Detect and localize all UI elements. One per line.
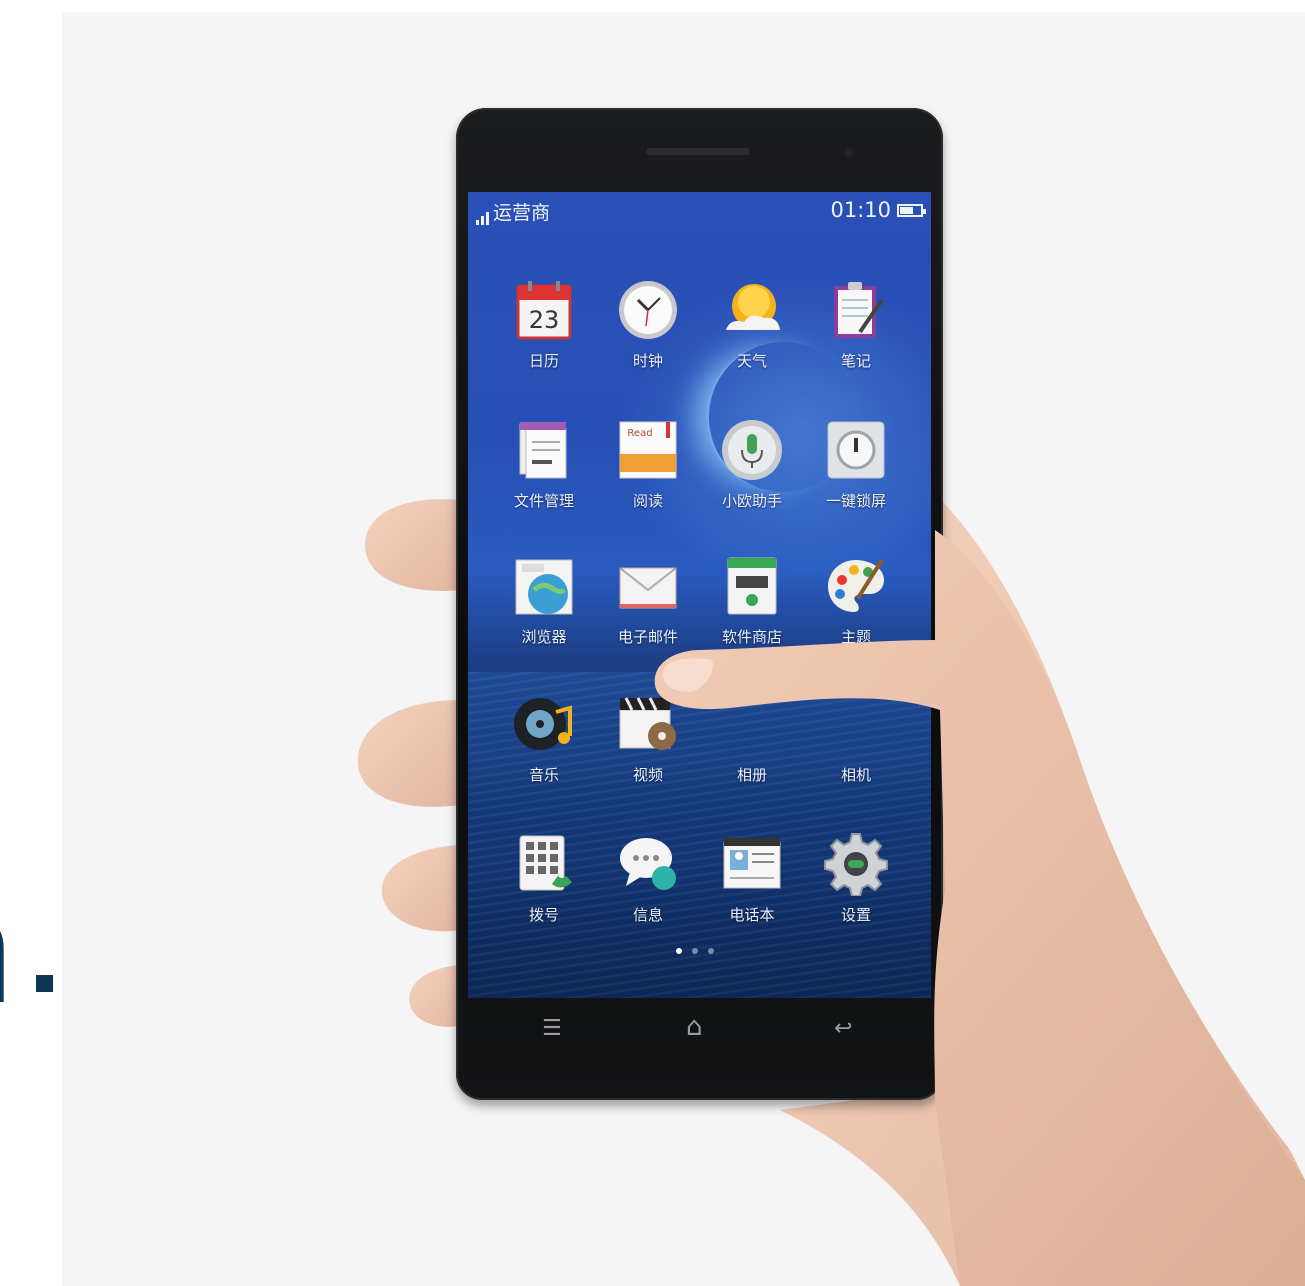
- thumb-overlay: [654, 530, 1305, 1286]
